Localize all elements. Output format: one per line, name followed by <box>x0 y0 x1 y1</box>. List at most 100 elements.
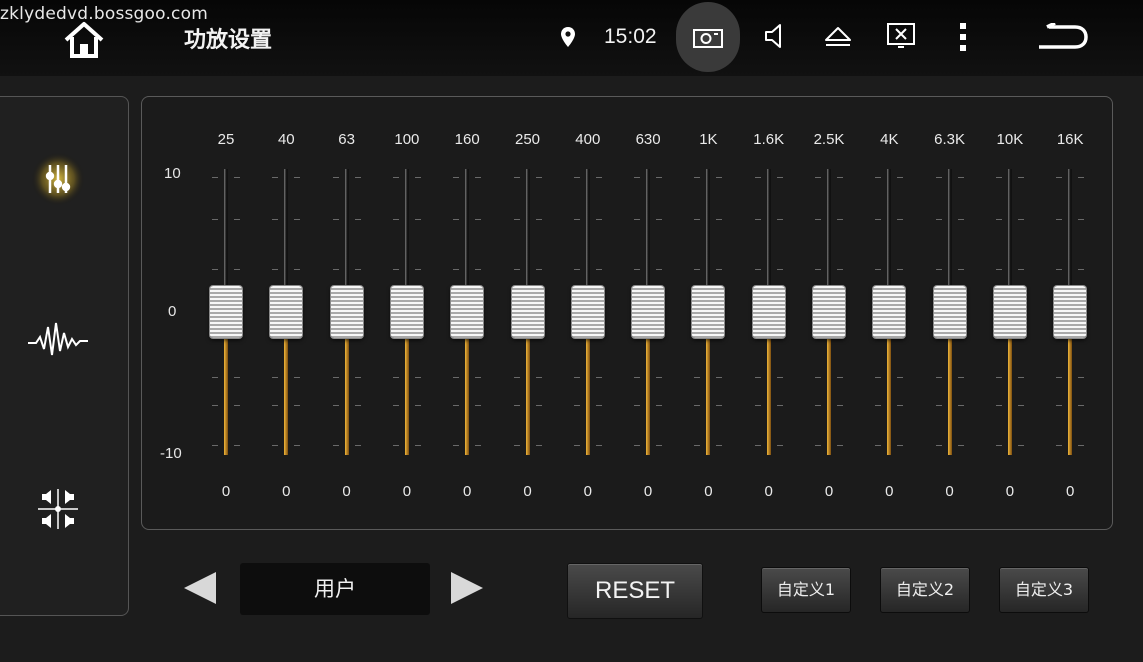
slider-knob[interactable] <box>873 286 906 338</box>
scale-tick <box>875 269 882 270</box>
scale-tick <box>995 177 1002 178</box>
scale-tick <box>475 445 482 446</box>
custom-preset-2-button[interactable]: 自定义2 <box>880 567 970 613</box>
eject-icon[interactable] <box>823 25 853 54</box>
slider-knob[interactable] <box>210 286 242 338</box>
band-frequency-label: 160 <box>454 131 480 148</box>
scale-tick <box>815 445 821 446</box>
scale-tick <box>957 269 964 270</box>
eq-band: 250 0 <box>500 97 556 529</box>
scale-tick <box>535 219 542 220</box>
scale-tick <box>294 177 301 178</box>
sidebar-item-balance[interactable] <box>38 485 88 538</box>
sidebar-item-equalizer[interactable] <box>31 152 96 222</box>
scale-tick <box>837 177 843 178</box>
scale-tick <box>535 177 542 178</box>
scale-tick <box>573 377 580 378</box>
scale-tick <box>1017 377 1024 378</box>
slider-knob[interactable] <box>451 286 484 338</box>
scale-tick <box>332 377 339 378</box>
scale-tick <box>694 269 701 270</box>
band-gain-value: 0 <box>523 483 532 500</box>
custom-preset-1-button[interactable]: 自定义1 <box>761 567 851 613</box>
scale-tick <box>897 445 904 446</box>
slider-knob[interactable] <box>692 286 725 338</box>
scale-tick <box>475 219 482 220</box>
scale-tick <box>212 219 218 220</box>
more-vert-icon[interactable] <box>958 21 968 58</box>
scale-tick <box>837 405 843 406</box>
scale-mid-label: 0 <box>168 303 177 320</box>
eq-band: 2.5K 0 <box>801 97 857 529</box>
scale-tick <box>234 269 240 270</box>
camera-icon <box>693 29 723 48</box>
scale-tick <box>776 405 783 406</box>
slider-knob[interactable] <box>993 286 1026 338</box>
scale-tick <box>776 377 783 378</box>
scale-tick <box>957 177 964 178</box>
scale-tick <box>716 269 723 270</box>
scale-tick <box>453 177 460 178</box>
next-preset-button[interactable] <box>449 571 485 610</box>
scale-tick <box>573 219 580 220</box>
prev-preset-button[interactable] <box>182 571 218 610</box>
scale-tick <box>995 377 1002 378</box>
camera-button[interactable] <box>676 2 740 72</box>
sidebar-item-sound-effect[interactable] <box>28 319 104 364</box>
slider-knob[interactable] <box>390 286 423 338</box>
slider-knob[interactable] <box>632 286 665 338</box>
slider-knob[interactable] <box>752 286 785 338</box>
scale-tick <box>595 445 602 446</box>
back-icon[interactable] <box>1035 21 1089 58</box>
scale-tick <box>294 269 301 270</box>
slider-knob[interactable] <box>933 286 966 338</box>
slider-knob[interactable] <box>813 286 845 338</box>
slider-knob[interactable] <box>1054 286 1087 338</box>
scale-tick <box>656 445 663 446</box>
scale-tick <box>776 177 783 178</box>
slider-knob[interactable] <box>571 286 604 338</box>
scale-tick <box>694 377 701 378</box>
scale-tick <box>897 269 904 270</box>
scale-tick <box>294 219 301 220</box>
clock: 15:02 <box>604 25 657 48</box>
scale-tick <box>957 219 964 220</box>
slider-knob[interactable] <box>330 286 363 338</box>
watermark-text: zklydedvd.bossgoo.com <box>0 4 208 24</box>
equalizer-panel: 10 0 -10 25 0 40 0 63 0 100 0 160 0 250 0 400 0 630 0 1K… <box>141 96 1113 530</box>
scale-tick <box>354 177 361 178</box>
eq-band: 63 0 <box>319 97 375 529</box>
band-gain-value: 0 <box>764 483 773 500</box>
band-gain-value: 0 <box>463 483 472 500</box>
band-gain-value: 0 <box>1005 483 1015 500</box>
scale-tick <box>535 377 542 378</box>
scale-tick <box>935 177 942 178</box>
reset-button[interactable]: RESET <box>567 563 703 619</box>
scale-tick <box>1078 177 1085 178</box>
scale-tick <box>392 269 399 270</box>
scale-tick <box>595 377 602 378</box>
slider-knob[interactable] <box>511 286 544 338</box>
home-icon[interactable] <box>62 20 106 60</box>
preset-name: 用户 <box>240 563 430 615</box>
scale-tick <box>995 219 1002 220</box>
slider-knob[interactable] <box>270 286 303 338</box>
scale-tick <box>815 269 821 270</box>
scale-tick <box>837 219 843 220</box>
screen-off-icon[interactable] <box>886 22 916 55</box>
scale-tick <box>332 219 339 220</box>
scale-tick <box>875 445 882 446</box>
scale-tick <box>716 445 723 446</box>
eq-band: 100 0 <box>379 97 435 529</box>
scale-tick <box>957 405 964 406</box>
band-frequency-label: 630 <box>635 131 661 148</box>
volume-icon[interactable] <box>763 22 787 55</box>
band-frequency-label: 100 <box>394 131 420 148</box>
band-frequency-label: 1K <box>699 131 718 148</box>
scale-tick <box>212 445 218 446</box>
scale-tick <box>453 269 460 270</box>
scale-tick <box>272 405 279 406</box>
eq-band: 630 0 <box>620 97 676 529</box>
scale-tick <box>1078 405 1085 406</box>
custom-preset-3-button[interactable]: 自定义3 <box>999 567 1089 613</box>
